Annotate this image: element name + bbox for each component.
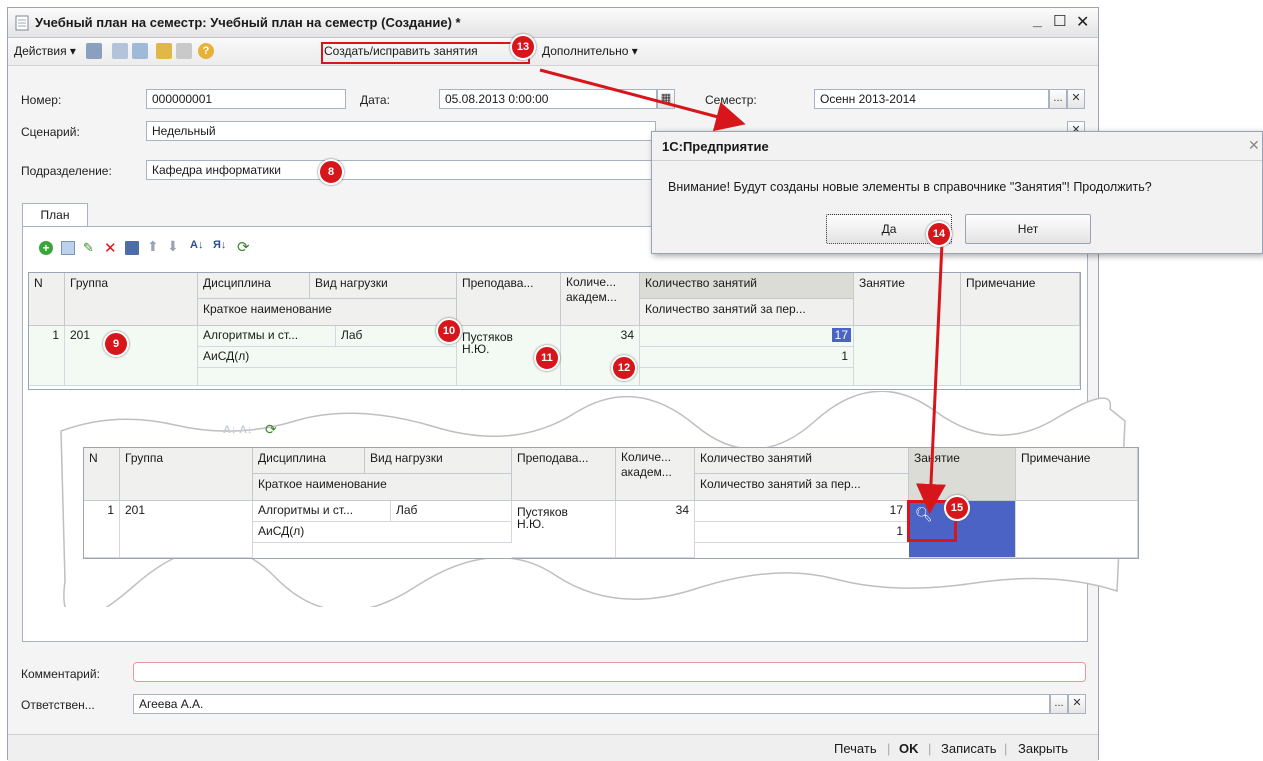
arrow-13-to-dialog: [539, 68, 746, 132]
badge-15: 15: [944, 495, 970, 521]
badge-12: 12: [611, 355, 637, 381]
arrow-14-to-lesson: [915, 242, 946, 514]
annotation-arrows: [539, 68, 946, 514]
badge-14: 14: [926, 221, 952, 247]
badge-13: 13: [510, 34, 536, 60]
badge-11: 11: [534, 345, 560, 371]
badge-10: 10: [436, 318, 462, 344]
badge-9: 9: [103, 331, 129, 357]
badge-8: 8: [318, 159, 344, 185]
